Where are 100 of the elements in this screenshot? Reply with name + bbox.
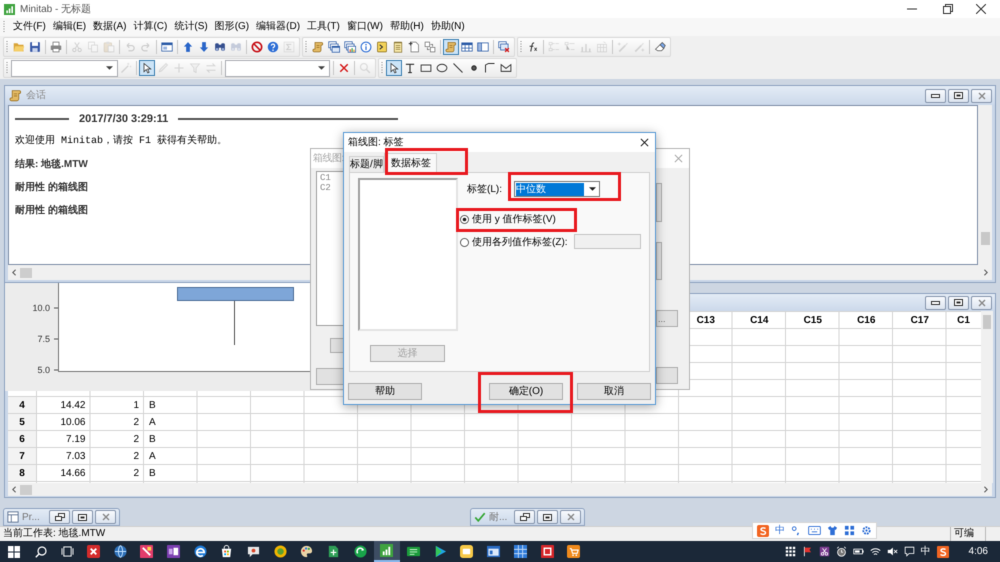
ime-indicator[interactable]: 中: [920, 546, 931, 558]
radio-button[interactable]: [460, 214, 469, 224]
shirt-icon[interactable]: [827, 525, 838, 536]
logo-icon[interactable]: [936, 546, 949, 558]
scroll-icon[interactable]: [443, 39, 459, 55]
restore-button[interactable]: [514, 510, 535, 524]
minimize-button[interactable]: [925, 88, 946, 102]
vertical-scrollbar[interactable]: [978, 105, 992, 265]
radio-button[interactable]: [460, 238, 469, 247]
scroll-left-icon[interactable]: [12, 486, 16, 493]
notification-icon[interactable]: [904, 546, 915, 557]
windows-icon[interactable]: [326, 39, 342, 55]
list-item[interactable]: C2: [320, 183, 343, 193]
scrollbar-thumb[interactable]: [20, 484, 32, 494]
scroll-left-icon[interactable]: [12, 269, 16, 276]
menu-item[interactable]: 编辑(E): [52, 20, 86, 34]
dialog-button[interactable]: ...: [656, 310, 678, 327]
windows-logo-icon[interactable]: [8, 546, 20, 558]
row-header[interactable]: 8: [8, 465, 37, 482]
bar-chart-icon: [380, 544, 394, 557]
maximize-button[interactable]: [948, 296, 969, 310]
menu-item[interactable]: 协助(N): [430, 20, 465, 34]
battery-icon[interactable]: [852, 546, 864, 557]
combo-field[interactable]: [225, 60, 330, 76]
scroll-right-icon[interactable]: [984, 486, 988, 493]
menu-item[interactable]: 统计(S): [174, 20, 208, 34]
menu-item[interactable]: 计算(C): [133, 20, 168, 34]
menu-item[interactable]: 图形(G): [214, 20, 250, 34]
wifi-icon[interactable]: [870, 546, 881, 557]
restore-icon[interactable]: [943, 4, 953, 14]
scrollbar-thumb[interactable]: [20, 268, 32, 278]
scrollbar-thumb[interactable]: [980, 232, 990, 245]
grid-icon[interactable]: [844, 525, 855, 536]
minimize-button[interactable]: [925, 296, 946, 310]
radio-label[interactable]: 使用 y 值作标签(V): [472, 212, 556, 226]
scrollbar-thumb[interactable]: [982, 315, 991, 329]
column-header[interactable]: C15: [804, 312, 822, 328]
list-item[interactable]: C1: [320, 173, 343, 183]
restore-button[interactable]: [49, 510, 70, 524]
scissors-icon[interactable]: [818, 546, 830, 557]
clock-time[interactable]: 4:06: [968, 546, 988, 558]
menu-item[interactable]: 数据(A): [93, 20, 126, 34]
task-view-icon[interactable]: [60, 546, 74, 557]
pointer-icon[interactable]: [386, 60, 402, 76]
vertical-scrollbar[interactable]: [980, 311, 993, 483]
punctuation-icon[interactable]: [791, 525, 802, 536]
search-icon[interactable]: [34, 546, 46, 558]
column-header[interactable]: C16: [857, 312, 876, 328]
flag-icon[interactable]: [802, 546, 813, 557]
column-header[interactable]: C14: [750, 312, 768, 328]
menu-item[interactable]: 工具(T): [307, 20, 340, 34]
taskbar-button[interactable]: [374, 541, 400, 562]
document-icon: [327, 545, 340, 558]
info-icon[interactable]: [358, 39, 374, 55]
arrange-icon[interactable]: [422, 39, 438, 55]
apps-grid-icon[interactable]: [784, 546, 796, 557]
maximize-button[interactable]: [537, 510, 558, 524]
gear-icon[interactable]: [861, 525, 872, 536]
no-entry-icon[interactable]: [249, 39, 265, 55]
ime-mode[interactable]: 中: [775, 524, 785, 536]
row-header[interactable]: 7: [8, 448, 37, 465]
scroll-icon[interactable]: [310, 39, 326, 55]
table-cell-text: 2: [132, 467, 140, 481]
combo-field[interactable]: [11, 60, 118, 76]
maximize-button[interactable]: [72, 510, 93, 524]
list-box[interactable]: C1 C2: [316, 171, 344, 326]
close-windows-icon[interactable]: [496, 39, 512, 55]
tab[interactable]: 标题/脚: [349, 156, 384, 172]
dialog-button[interactable]: 确定(O): [489, 383, 563, 400]
new-document-icon[interactable]: [406, 39, 422, 55]
help-icon[interactable]: [265, 39, 281, 55]
horizontal-scrollbar[interactable]: [8, 483, 992, 496]
row-header[interactable]: 4: [8, 397, 37, 414]
dialog-button[interactable]: 取消: [577, 383, 651, 400]
menu-item[interactable]: 窗口(W): [346, 20, 383, 34]
column-field[interactable]: [574, 234, 641, 249]
muted-speaker-icon[interactable]: [886, 546, 898, 557]
column-header[interactable]: C13: [696, 312, 715, 328]
scroll-right-icon[interactable]: [984, 269, 988, 276]
row-header[interactable]: 6: [8, 431, 37, 448]
radio-label[interactable]: 使用各列值作标签(Z):: [472, 235, 568, 250]
pointer-icon[interactable]: [139, 60, 155, 76]
save-icon[interactable]: [27, 39, 43, 55]
close-icon[interactable]: [640, 138, 649, 147]
window-chart-icon[interactable]: [342, 39, 358, 55]
label-dropdown[interactable]: 中位数: [514, 181, 600, 197]
column-header[interactable]: C17: [910, 312, 929, 328]
dialog-button[interactable]: 帮助: [348, 383, 422, 400]
row-header[interactable]: 5: [8, 414, 37, 431]
maximize-icon: [543, 514, 552, 520]
close-icon[interactable]: [976, 4, 986, 14]
keyboard-icon[interactable]: [808, 526, 821, 535]
menu-item[interactable]: 帮助(H): [390, 20, 424, 34]
maximize-button[interactable]: [948, 88, 969, 102]
menu-item[interactable]: 文件(F): [13, 20, 46, 34]
alarm-clock-icon[interactable]: [836, 546, 847, 557]
prompt-icon[interactable]: [374, 39, 390, 55]
printer-icon[interactable]: [48, 39, 64, 55]
menu-item[interactable]: 编辑器(D): [256, 20, 300, 34]
column-header[interactable]: C1: [957, 312, 970, 328]
